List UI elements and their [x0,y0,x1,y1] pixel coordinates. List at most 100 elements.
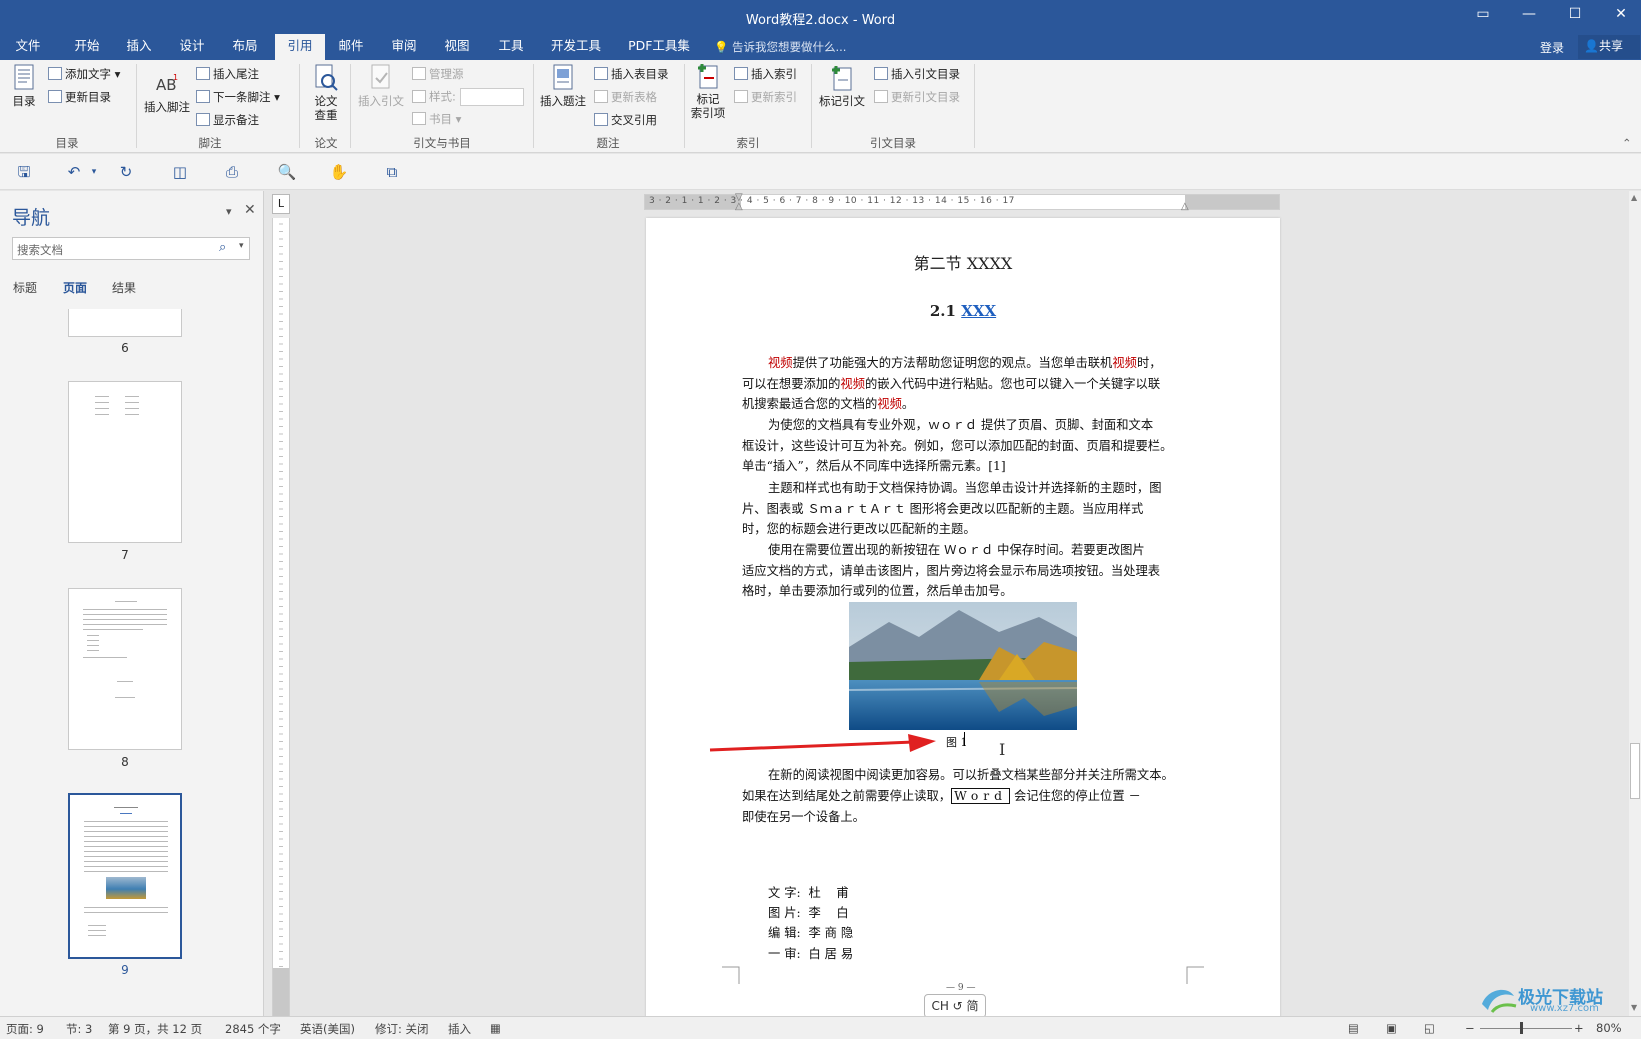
mark-citation-button[interactable]: 标记引文 [814,64,870,108]
cross-reference-button[interactable]: 交叉引用 [594,112,657,128]
tell-me-box[interactable]: 💡 告诉我您想要做什么... [714,39,846,55]
zoom-out-icon[interactable]: − [1465,1021,1475,1035]
insert-index-button[interactable]: 插入索引 [734,66,797,82]
table-of-figures-icon [594,67,608,80]
sign-in-link[interactable]: 登录 [1540,39,1564,56]
collapse-ribbon-icon[interactable]: ⌃ [1622,136,1632,150]
tab-developer[interactable]: 开发工具 [545,34,607,60]
status-track-changes[interactable]: 修订: 关闭 [375,1021,429,1037]
read-mode-icon[interactable]: ▤ [1348,1021,1359,1035]
tab-references[interactable]: 引用 [275,34,325,60]
update-table-of-authorities-button[interactable]: 更新引文目录 [874,89,960,105]
zoom-slider-thumb[interactable] [1520,1022,1523,1034]
vertical-ruler[interactable] [272,218,290,1018]
add-text-button[interactable]: 添加文字 ▾ [48,66,120,82]
tab-home[interactable]: 开始 [66,34,108,60]
bibliography-button[interactable]: 书目 ▾ [412,111,461,127]
mark-entry-button[interactable]: 标记 索引项 [688,62,728,120]
status-bar: 页面: 9 节: 3 第 9 页，共 12 页 2845 个字 英语(美国) 修… [0,1016,1641,1039]
zoom-in-icon[interactable]: + [1574,1021,1584,1035]
status-insert-mode[interactable]: 插入 [448,1021,471,1037]
insert-footnote-button[interactable]: AB 1 插入脚注 [140,70,194,114]
insert-citation-button[interactable]: 插入引文 [354,64,408,108]
toc-button[interactable]: 目录 [8,64,40,108]
tab-design[interactable]: 设计 [171,34,213,60]
update-table-icon [594,90,608,103]
vertical-scrollbar[interactable]: ▲ ▼ [1629,191,1641,1016]
manage-sources-button[interactable]: 管理源 [412,66,464,82]
insert-table-of-authorities-button[interactable]: 插入引文目录 [874,66,960,82]
nav-options-icon[interactable]: ▾ [226,205,232,218]
insert-table-of-figures-button[interactable]: 插入表目录 [594,66,669,82]
customize-icon[interactable]: ⧉ [382,163,402,181]
zoom-slider[interactable] [1480,1028,1572,1029]
ribbon-display-options-icon[interactable]: ▭ [1468,6,1498,28]
scroll-up-icon[interactable]: ▲ [1631,193,1637,202]
toc-label: 目录 [12,94,36,108]
insert-endnote-button[interactable]: 插入尾注 [196,66,259,82]
update-table-button[interactable]: 更新表格 [594,89,657,105]
style-dropdown[interactable] [459,88,524,106]
right-indent-marker[interactable]: △ [1181,201,1189,212]
nav-tab-results[interactable]: 结果 [112,279,136,296]
nav-close-icon[interactable]: ✕ [244,202,256,218]
citation-style-select[interactable]: 样式: [412,88,524,106]
tab-insert[interactable]: 插入 [118,34,160,60]
search-icon[interactable]: ⌕ [219,240,226,255]
insert-caption-button[interactable]: 插入题注 [536,64,590,108]
status-section[interactable]: 节: 3 [66,1021,92,1037]
tab-file[interactable]: 文件 [6,34,50,60]
document-page[interactable]: 第二节 XXXX 2.1 XXX 视频提供了功能强大的方法帮助您证明您的观点。当… [646,218,1280,1018]
tab-tools[interactable]: 工具 [490,34,532,60]
two-page-view-icon[interactable]: ◫ [170,163,190,181]
scroll-thumb[interactable] [1630,743,1640,799]
tab-selector[interactable]: L [272,194,290,214]
thesis-check-button[interactable]: 论文 查重 [306,64,346,122]
tab-layout[interactable]: 布局 [224,34,266,60]
ime-indicator[interactable]: CH ↺ 简 [924,994,986,1018]
nav-tab-pages[interactable]: 页面 [63,279,87,296]
share-label: 共享 [1598,39,1623,53]
undo-icon[interactable]: ↶ [64,163,84,181]
print-preview-icon[interactable]: 🔍 [277,163,297,181]
touch-mode-icon[interactable]: ✋ [329,163,349,181]
group-divider [136,64,137,148]
tab-review[interactable]: 审阅 [383,34,425,60]
page-thumbnail-9[interactable] [68,793,182,959]
vertical-ruler-ticks [279,223,283,1012]
tab-pdf-tools[interactable]: PDF工具集 [622,34,696,60]
minimize-button[interactable]: — [1514,6,1544,28]
status-page-of[interactable]: 第 9 页，共 12 页 [108,1021,202,1037]
maximize-button[interactable]: ☐ [1560,6,1590,28]
status-word-count[interactable]: 2845 个字 [225,1021,281,1037]
show-notes-button[interactable]: 显示备注 [196,112,259,128]
landscape-image[interactable] [849,602,1077,730]
search-document-input[interactable]: 搜索文档 ⌕ ▾ [12,237,250,260]
page-thumbnail-6[interactable] [68,309,182,337]
print-icon[interactable]: ⎙ [222,163,242,181]
update-toc-button[interactable]: 更新目录 [48,89,111,105]
status-page[interactable]: 页面: 9 [6,1021,44,1037]
nav-tab-headings[interactable]: 标题 [13,279,37,296]
heading-link[interactable]: XXX [961,302,996,320]
left-indent-marker[interactable]: △ [735,201,743,212]
tab-mailings[interactable]: 邮件 [330,34,372,60]
status-language[interactable]: 英语(美国) [300,1021,355,1037]
page-thumbnail-8[interactable] [68,588,182,750]
search-dropdown-icon[interactable]: ▾ [239,241,244,251]
macro-record-icon[interactable]: ▦ [490,1021,501,1035]
update-index-button[interactable]: 更新索引 [734,89,797,105]
undo-dropdown-icon[interactable]: ▾ [84,163,104,181]
close-button[interactable]: ✕ [1606,6,1636,28]
print-layout-icon[interactable]: ▣ [1386,1021,1397,1035]
zoom-level[interactable]: 80% [1596,1021,1622,1035]
share-button[interactable]: 👤共享 [1578,35,1640,59]
horizontal-ruler[interactable]: 3 · 2 · 1 · 1 · 2 · 3 · 4 · 5 · 6 · 7 · … [644,192,1280,212]
tab-view[interactable]: 视图 [436,34,478,60]
web-layout-icon[interactable]: ◱ [1424,1021,1435,1035]
save-icon[interactable]: 🖫 [14,163,34,181]
cross-reference-label: 交叉引用 [611,113,657,127]
next-footnote-button[interactable]: 下一条脚注 ▾ [196,89,280,105]
page-thumbnail-7[interactable] [68,381,182,543]
redo-icon[interactable]: ↻ [116,163,136,181]
